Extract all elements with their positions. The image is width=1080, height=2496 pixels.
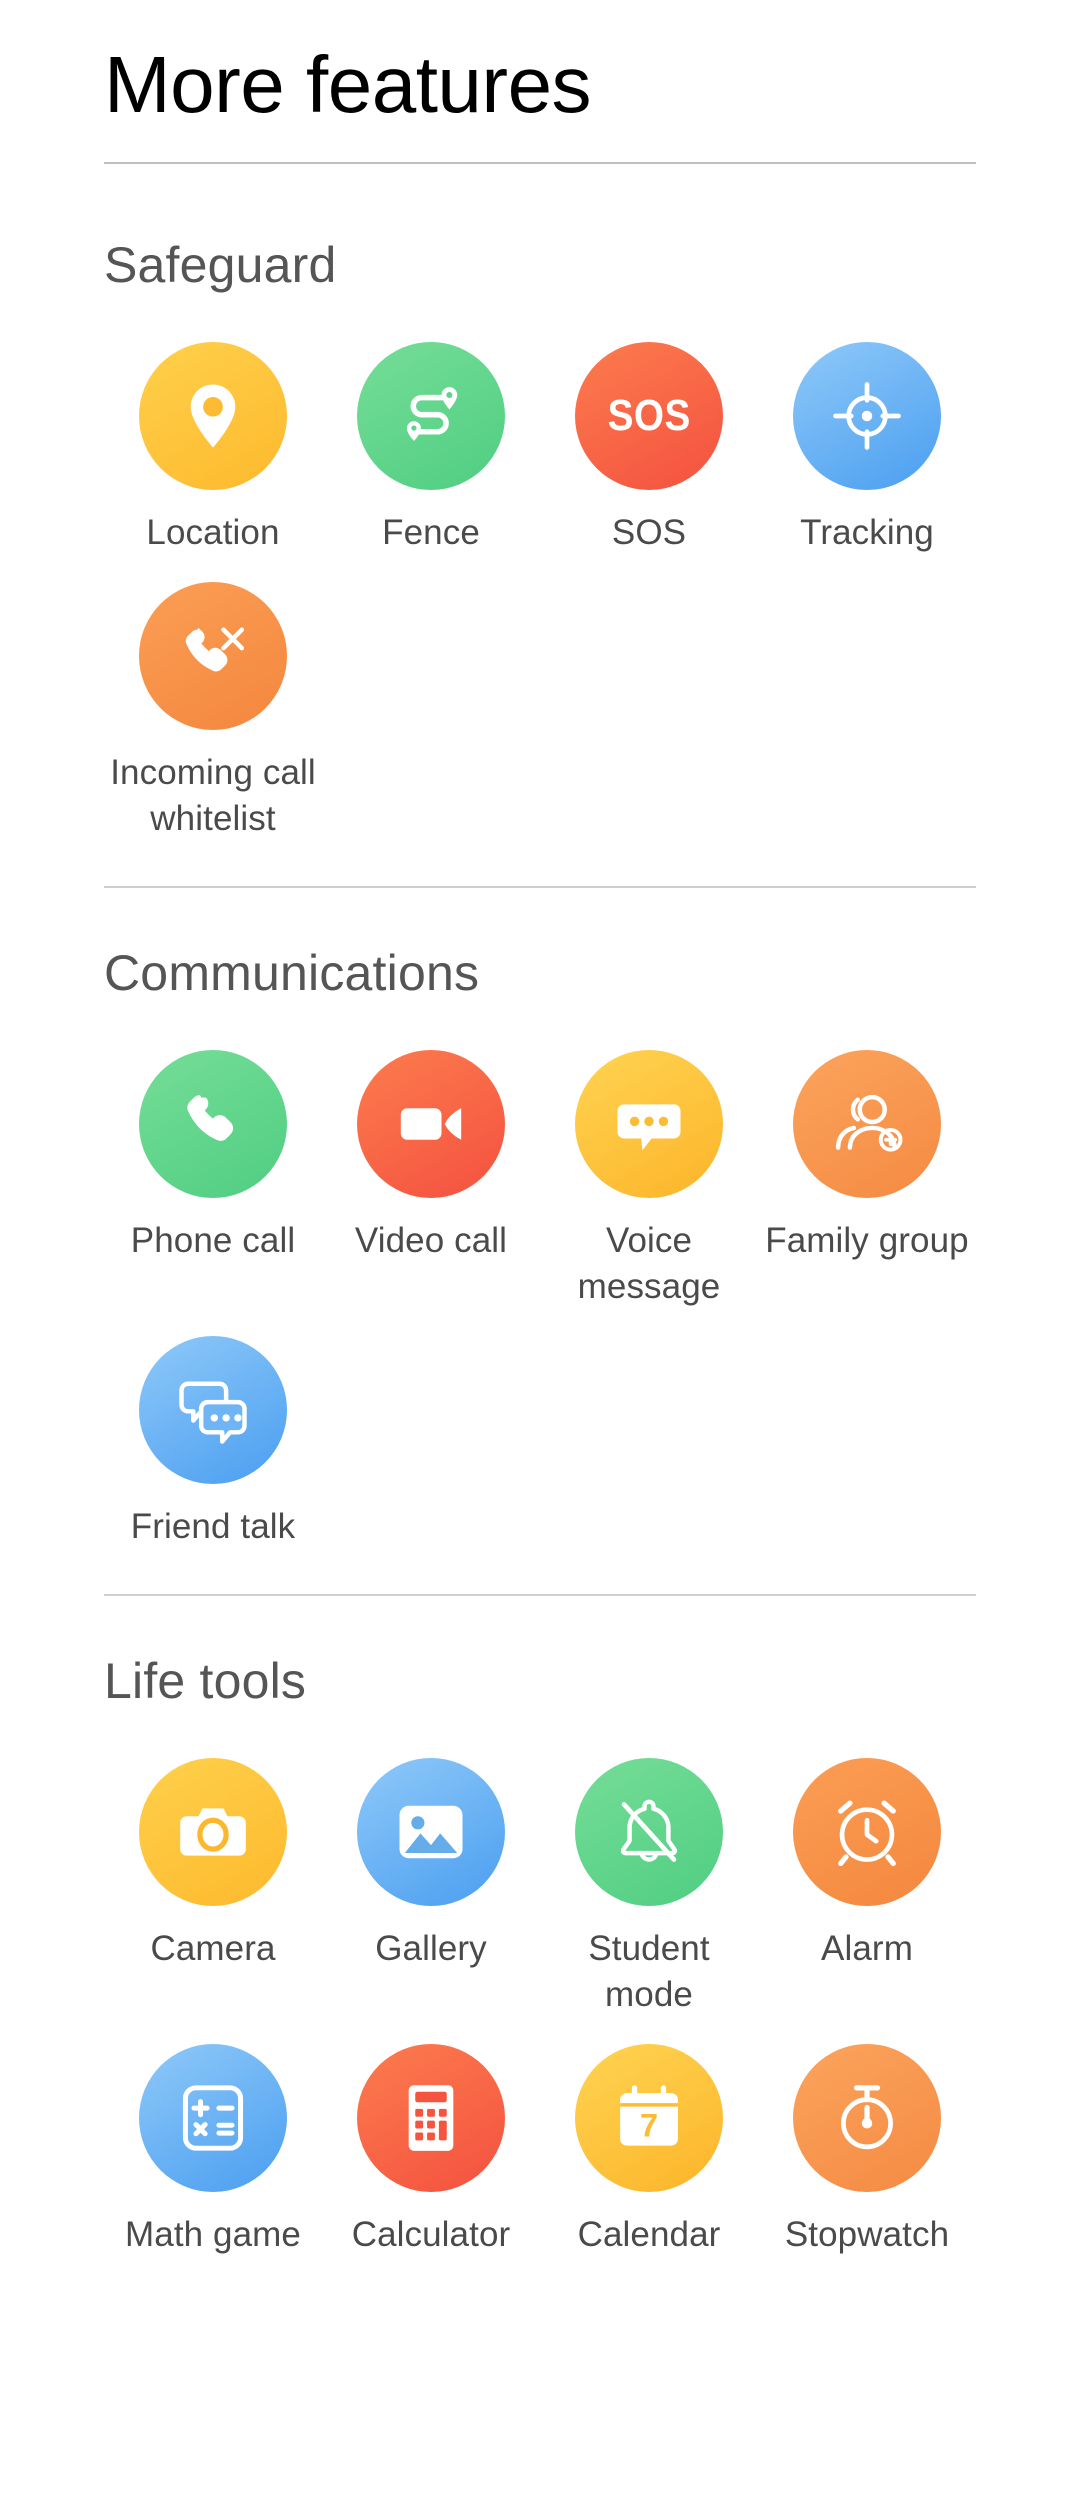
tile-label: Fence	[382, 513, 480, 552]
video-call-icon-badge[interactable]	[357, 1050, 505, 1198]
section-life-tools: Life tools Camera Gallery Student mode A…	[0, 1596, 1080, 2258]
section-title-communications: Communications	[104, 945, 480, 1001]
tile-tracking[interactable]: Tracking	[758, 316, 976, 556]
camera-icon-badge[interactable]	[139, 1758, 287, 1906]
svg-text:7: 7	[640, 2106, 658, 2143]
calculator-icon	[408, 2085, 454, 2151]
alarm-icon-badge[interactable]	[793, 1758, 941, 1906]
tile-label: Video call	[354, 1221, 508, 1260]
tile-label: Calendar	[577, 2215, 721, 2254]
grid-safeguard: Location Fence SOS SOS Tracking Incoming…	[104, 316, 976, 842]
friend-talk-icon-badge[interactable]	[139, 1336, 287, 1484]
tile-camera[interactable]: Camera	[104, 1732, 322, 2018]
tile-sos[interactable]: SOS SOS	[540, 316, 758, 556]
tile-fence[interactable]: Fence	[322, 316, 540, 556]
tile-gallery[interactable]: Gallery	[322, 1732, 540, 2018]
chat-bubbles-icon	[179, 1381, 247, 1444]
video-camera-icon	[400, 1108, 462, 1140]
camera-icon	[180, 1808, 246, 1856]
tile-label: Family group	[765, 1221, 969, 1260]
tile-label: Camera	[150, 1929, 276, 1968]
speech-bubble-icon	[617, 1104, 681, 1151]
call-block-icon	[185, 627, 245, 672]
tile-video-call[interactable]: Video call	[322, 1024, 540, 1310]
section-title-life-tools: Life tools	[104, 1653, 307, 1709]
tile-label: Tracking	[800, 513, 934, 552]
incoming-call-whitelist-icon-badge[interactable]	[139, 582, 287, 730]
section-communications: Communications Phone call Video call Voi…	[0, 888, 1080, 1550]
tile-label: Friend talk	[130, 1507, 296, 1546]
gallery-icon-badge[interactable]	[357, 1758, 505, 1906]
sos-icon-badge[interactable]: SOS	[575, 342, 723, 490]
route-fence-icon	[406, 387, 458, 441]
tile-label: Gallery	[375, 1929, 487, 1968]
phone-call-icon-badge[interactable]	[139, 1050, 287, 1198]
bottom-spacer	[0, 2258, 1080, 2298]
tile-label: SOS	[611, 513, 687, 552]
stopwatch-icon	[841, 2085, 893, 2150]
tile-math-game[interactable]: Math game	[104, 2018, 322, 2258]
tile-label: Voice message	[577, 1221, 721, 1306]
tile-label: Math game	[125, 2215, 301, 2254]
family-group-icon-badge[interactable]	[793, 1050, 941, 1198]
tile-friend-talk[interactable]: Friend talk	[104, 1310, 322, 1550]
fence-icon-badge[interactable]	[357, 342, 505, 490]
image-icon	[399, 1805, 463, 1859]
bell-muted-icon	[620, 1799, 678, 1862]
tile-family-group[interactable]: Family group	[758, 1024, 976, 1310]
tile-student-mode[interactable]: Student mode	[540, 1732, 758, 2018]
tile-stopwatch[interactable]: Stopwatch	[758, 2018, 976, 2258]
tile-voice-message[interactable]: Voice message	[540, 1024, 758, 1310]
section-safeguard: Safeguard Location Fence SOS SOS Trackin…	[0, 164, 1080, 842]
grid-life-tools: Camera Gallery Student mode Alarm Math g…	[104, 1732, 976, 2258]
tile-label: Student mode	[588, 1929, 710, 2014]
voice-message-icon-badge[interactable]	[575, 1050, 723, 1198]
math-symbols-icon	[182, 2085, 244, 2151]
location-icon-badge[interactable]	[139, 342, 287, 490]
stopwatch-icon-badge[interactable]	[793, 2044, 941, 2192]
math-game-icon-badge[interactable]	[139, 2044, 287, 2192]
group-add-icon	[835, 1094, 903, 1152]
tile-incoming-call-whitelist[interactable]: Incoming call whitelist	[104, 556, 322, 842]
tile-label: Calculator	[351, 2215, 511, 2254]
calendar-icon-badge[interactable]: 7	[575, 2044, 723, 2192]
tile-label: Alarm	[821, 1929, 913, 1968]
more-features-screen: More features Safeguard Location Fence S…	[0, 0, 1080, 2496]
tile-label: Phone call	[130, 1221, 296, 1260]
calculator-icon-badge[interactable]	[357, 2044, 505, 2192]
student-mode-icon-badge[interactable]	[575, 1758, 723, 1906]
crosshair-icon	[833, 382, 901, 450]
tile-phone-call[interactable]: Phone call	[104, 1024, 322, 1310]
map-pin-icon	[190, 384, 236, 448]
phone-handset-icon	[187, 1095, 234, 1141]
section-title-safeguard: Safeguard	[104, 237, 337, 293]
tile-label: Location	[146, 513, 280, 552]
alarm-clock-icon	[838, 1800, 896, 1867]
tile-location[interactable]: Location	[104, 316, 322, 556]
grid-communications: Phone call Video call Voice message Fami…	[104, 1024, 976, 1550]
tracking-icon-badge[interactable]	[793, 342, 941, 490]
tile-calculator[interactable]: Calculator	[322, 2018, 540, 2258]
tile-label: Stopwatch	[784, 2215, 950, 2254]
calendar-icon: 7	[620, 2085, 678, 2146]
page-title: More features	[104, 40, 592, 129]
sos-icon: SOS	[607, 391, 691, 440]
tile-calendar[interactable]: 7 Calendar	[540, 2018, 758, 2258]
tile-alarm[interactable]: Alarm	[758, 1732, 976, 2018]
tile-label: Incoming call whitelist	[110, 753, 316, 838]
